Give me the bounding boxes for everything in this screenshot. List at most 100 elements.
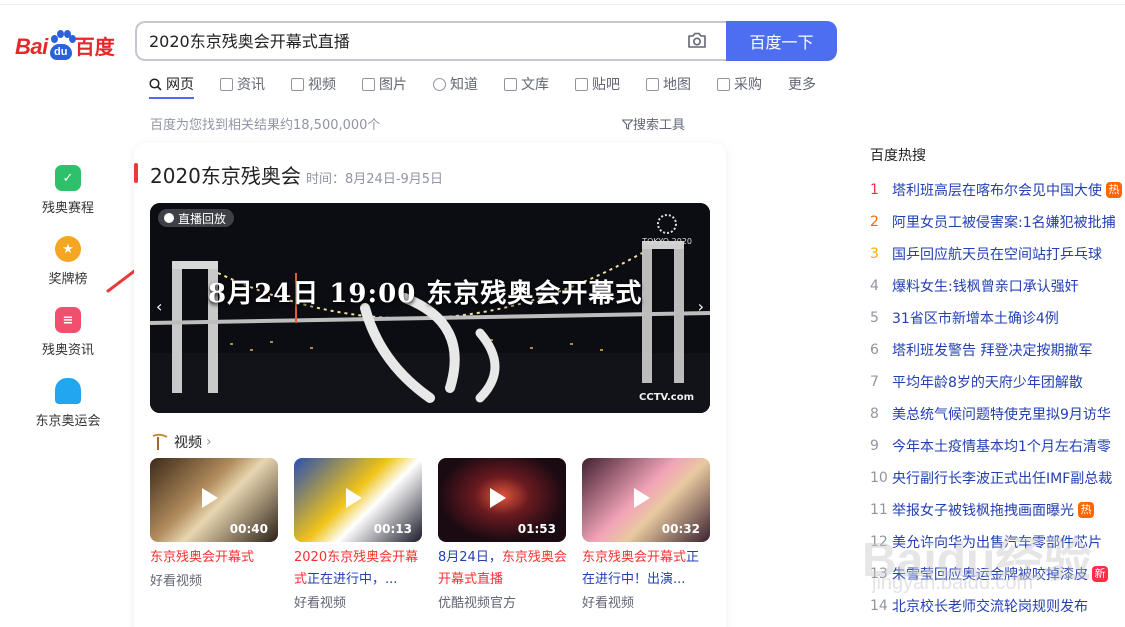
hot-rank: 9 xyxy=(870,438,879,454)
hot-rank: 6 xyxy=(870,342,879,358)
tab-zhidao[interactable]: 知道 xyxy=(433,74,478,94)
nav-label: 残奥资讯 xyxy=(41,343,94,358)
question-icon xyxy=(433,77,446,91)
play-icon xyxy=(490,488,506,508)
video-source-2: 好看视频 xyxy=(294,596,347,611)
hero-overlay-text: 8月24日 19:00 东京残奥会开幕式 xyxy=(208,279,643,309)
video-title-highlight: 东京残奥会开幕式 xyxy=(582,550,687,565)
top-divider xyxy=(0,4,1125,5)
play-icon xyxy=(202,488,218,508)
nav-news[interactable]: ≡ 残奥资讯 xyxy=(28,307,108,378)
hot-search-item[interactable]: 6 塔利班发警告 拜登决定按期撤军 xyxy=(870,334,1125,366)
cctv-watermark: CCTV.com xyxy=(639,392,694,403)
left-nav: ✓ 残奥赛程 ★ 奖牌榜 ≡ 残奥资讯 东京奥运会 xyxy=(28,165,108,449)
hot-search-title[interactable]: 百度热搜 xyxy=(870,145,926,165)
hot-search-item[interactable]: 8 美总统气候问题特使克里拟9月访华 xyxy=(870,398,1125,430)
hot-rank: 5 xyxy=(870,310,879,326)
hot-tag-badge: 新 xyxy=(1092,566,1108,582)
video-thumbnail-4[interactable]: 00:32 xyxy=(582,458,710,542)
play-circle-icon xyxy=(164,213,174,223)
hero-video[interactable]: 直播回放 TOKYO 2020 8月24日 19:00 东京残奥会开幕式 ‹ ›… xyxy=(150,203,710,413)
video-title-2[interactable]: 2020东京残奥会开幕式正在进行中，... xyxy=(294,547,424,591)
search-button[interactable]: 百度一下 xyxy=(726,21,837,61)
hot-search-item[interactable]: 9 今年本土疫情基本均1个月左右清零 xyxy=(870,430,1125,462)
search-box xyxy=(135,21,727,61)
replay-badge: 直播回放 xyxy=(158,209,235,227)
camera-icon[interactable] xyxy=(687,32,707,49)
video-thumbnail-1[interactable]: 00:40 xyxy=(150,458,278,542)
hot-rank: 7 xyxy=(870,374,879,390)
hot-search-item[interactable]: 2 阿里女员工被侵害案:1名嫌犯被批捕 xyxy=(870,206,1125,238)
tieba-icon xyxy=(575,77,588,91)
video-thumbnail-2[interactable]: 00:13 xyxy=(294,458,422,542)
tab-label: 地图 xyxy=(663,77,691,93)
tab-tieba[interactable]: 贴吧 xyxy=(575,74,620,94)
watermark-url: jingyan.baidu.com xyxy=(872,572,1034,594)
video-title-1[interactable]: 东京残奥会开幕式 xyxy=(150,547,280,569)
nav-label: 东京奥运会 xyxy=(35,414,101,429)
hot-text: 举报女子被钱枫拖拽画面曝光 xyxy=(892,503,1074,519)
hot-search-item[interactable]: 5 31省区市新增本土确诊4例 xyxy=(870,302,1125,334)
video-section-header[interactable]: 视频 › xyxy=(150,432,212,452)
news-bag-icon: ≡ xyxy=(55,307,81,333)
nav-label: 奖牌榜 xyxy=(48,272,88,287)
chevron-right-icon[interactable]: › xyxy=(698,297,704,316)
search-input[interactable] xyxy=(149,30,669,49)
hot-text: 国乒回应航天员在空间站打乒乓球 xyxy=(892,247,1102,263)
hot-search-item[interactable]: 3 国乒回应航天员在空间站打乒乓球 xyxy=(870,238,1125,270)
nav-tokyo-olympics[interactable]: 东京奥运会 xyxy=(28,378,108,449)
tab-label: 采购 xyxy=(734,77,762,93)
search-tools-button[interactable]: 搜索工具 xyxy=(621,114,686,133)
tab-images[interactable]: 图片 xyxy=(362,74,407,94)
search-tabs: 网页 资讯 视频 图片 知道 文库 贴吧 地图 采购 更多 xyxy=(149,74,842,94)
card-title[interactable]: 2020东京残奥会 xyxy=(150,160,301,189)
video-title-4[interactable]: 东京残奥会开幕式正在进行中！出演... xyxy=(582,547,712,591)
video-source-3: 优酷视频官方 xyxy=(438,596,517,611)
hot-rank: 14 xyxy=(870,598,888,614)
logo-text-baidu-cn: 百度 xyxy=(74,37,115,59)
tab-label: 贴吧 xyxy=(592,77,620,93)
hot-rank: 8 xyxy=(870,406,879,422)
tab-news[interactable]: 资讯 xyxy=(220,74,265,94)
tab-web[interactable]: 网页 xyxy=(149,74,194,94)
hot-search-item[interactable]: 4 爆料女生:钱枫曾亲口承认强奸 xyxy=(870,270,1125,302)
tab-label: 图片 xyxy=(379,77,407,93)
tab-label: 文库 xyxy=(521,77,549,93)
hot-search-item[interactable]: 10 央行副行长李波正式出任IMF副总裁 xyxy=(870,462,1125,494)
tab-more[interactable]: 更多 xyxy=(788,74,816,94)
baidu-logo[interactable]: Bai du 百度 xyxy=(15,24,115,60)
image-icon xyxy=(362,77,375,91)
video-title-prefix: 8月24日， xyxy=(438,550,502,565)
play-icon xyxy=(346,488,362,508)
nav-schedule[interactable]: ✓ 残奥赛程 xyxy=(28,165,108,236)
video-duration: 01:53 xyxy=(517,522,556,536)
hot-search-item[interactable]: 7 平均年龄8岁的天府少年团解散 xyxy=(870,366,1125,398)
tab-procurement[interactable]: 采购 xyxy=(717,74,762,94)
hot-rank: 10 xyxy=(870,470,888,486)
video-icon xyxy=(291,77,304,91)
hot-search-item[interactable]: 1 塔利班高层在喀布尔会见中国大使热 xyxy=(870,174,1125,206)
video-duration: 00:40 xyxy=(229,522,268,536)
map-icon xyxy=(646,77,659,91)
hot-text: 美总统气候问题特使克里拟9月访华 xyxy=(892,407,1111,423)
hot-text: 今年本土疫情基本均1个月左右清零 xyxy=(892,439,1111,455)
nav-medal-table[interactable]: ★ 奖牌榜 xyxy=(28,236,108,307)
tab-label: 视频 xyxy=(308,77,336,93)
tab-video[interactable]: 视频 xyxy=(291,74,336,94)
hot-tag-badge: 热 xyxy=(1106,182,1122,198)
hot-tag-badge: 热 xyxy=(1078,502,1094,518)
tab-wenku[interactable]: 文库 xyxy=(504,74,549,94)
news-icon xyxy=(220,77,233,91)
building-icon xyxy=(55,378,81,404)
hot-text: 阿里女员工被侵害案:1名嫌犯被批捕 xyxy=(892,215,1116,231)
tokyo-logo: TOKYO 2020 xyxy=(642,213,692,246)
logo-text-du: du xyxy=(49,44,72,60)
tab-map[interactable]: 地图 xyxy=(646,74,691,94)
hot-text: 塔利班发警告 拜登决定按期撤军 xyxy=(892,343,1093,359)
search-tools-label: 搜索工具 xyxy=(633,118,686,133)
shopping-icon xyxy=(717,77,730,91)
tab-label: 资讯 xyxy=(237,77,265,93)
video-title-3[interactable]: 8月24日，东京残奥会开幕式直播 xyxy=(438,547,568,591)
chevron-left-icon[interactable]: ‹ xyxy=(156,297,162,316)
video-thumbnail-3[interactable]: 01:53 xyxy=(438,458,566,542)
